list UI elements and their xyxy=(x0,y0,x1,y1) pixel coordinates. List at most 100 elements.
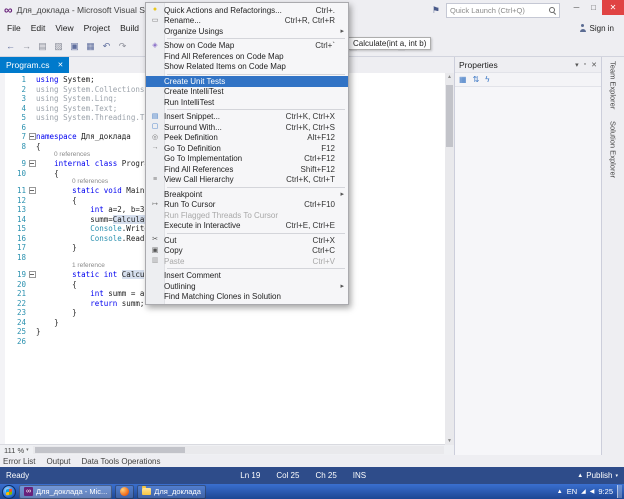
code-text[interactable]: using System.Linq; xyxy=(36,94,117,104)
quick-launch-input[interactable] xyxy=(447,6,548,15)
tab-team-explorer[interactable]: Team Explorer xyxy=(609,61,618,109)
code-text[interactable]: namespace Для_доклада xyxy=(36,132,131,142)
code-text[interactable]: } xyxy=(36,308,77,318)
tab-output[interactable]: Output xyxy=(46,457,70,466)
code-text[interactable]: Console.Write xyxy=(36,224,149,234)
vertical-scrollbar[interactable] xyxy=(445,73,454,445)
language-indicator[interactable]: EN xyxy=(567,487,577,496)
close-panel-icon[interactable]: ✕ xyxy=(591,61,597,69)
start-button[interactable] xyxy=(2,485,16,499)
menu-item-go-to-implementation[interactable]: Go To ImplementationCtrl+F12 xyxy=(146,154,348,165)
menu-file[interactable]: File xyxy=(2,21,26,35)
menu-item-rename[interactable]: ▭Rename...Ctrl+R, Ctrl+R xyxy=(146,16,348,27)
menu-item-breakpoint[interactable]: Breakpoint▸ xyxy=(146,189,348,200)
code-text[interactable]: using System; xyxy=(36,75,95,85)
menu-item-create-unit-tests[interactable]: Create Unit Tests xyxy=(146,76,348,87)
show-desktop-button[interactable] xyxy=(617,485,622,498)
code-text[interactable]: using System.Threading.T xyxy=(36,113,144,123)
menu-item-insert-snippet[interactable]: ▤Insert Snippet...Ctrl+K, Ctrl+X xyxy=(146,112,348,123)
clock[interactable]: 9:25 xyxy=(598,487,613,496)
menu-item-run-flagged-threads-to-cursor[interactable]: Run Flagged Threads To Cursor xyxy=(146,210,348,221)
collapse-icon[interactable] xyxy=(29,187,36,194)
menu-item-view-call-hierarchy[interactable]: ≡View Call HierarchyCtrl+K, Ctrl+T xyxy=(146,175,348,186)
redo-icon[interactable]: ↷ xyxy=(116,41,129,52)
code-text[interactable]: { xyxy=(36,280,77,290)
code-text[interactable]: using System.Text; xyxy=(36,104,117,114)
new-file-icon[interactable]: ▤ xyxy=(36,41,49,52)
tab-error-list[interactable]: Error List xyxy=(3,457,35,466)
menu-item-find-matching-clones-in-solution[interactable]: Find Matching Clones in Solution xyxy=(146,292,348,303)
codelens-link[interactable]: 0 references xyxy=(36,151,90,159)
taskbar-button-browser[interactable] xyxy=(115,485,134,499)
menu-item-find-all-references[interactable]: Find All ReferencesShift+F12 xyxy=(146,164,348,175)
alphabetical-icon[interactable]: ⇅ xyxy=(473,75,480,84)
pin-icon[interactable]: ▫ xyxy=(584,61,586,69)
codelens-link[interactable]: 1 reference xyxy=(36,262,105,270)
code-text[interactable]: int summ = a xyxy=(36,289,144,299)
tab-solution-explorer[interactable]: Solution Explorer xyxy=(609,121,618,178)
menu-item-paste[interactable]: ▥PasteCtrl+V xyxy=(146,256,348,267)
collapse-icon[interactable] xyxy=(29,271,36,278)
menu-item-cut[interactable]: ✂CutCtrl+X xyxy=(146,235,348,246)
tab-close-icon[interactable]: ✕ xyxy=(57,61,63,69)
code-text[interactable]: { xyxy=(36,196,77,206)
code-text[interactable]: internal class Progra xyxy=(36,159,149,169)
menu-item-show-related-items-on-code-map[interactable]: Show Related Items on Code Map xyxy=(146,62,348,73)
menu-item-insert-comment[interactable]: Insert Comment xyxy=(146,271,348,282)
code-text[interactable]: { xyxy=(36,142,41,152)
code-text[interactable]: Console.Read xyxy=(36,234,144,244)
forward-icon[interactable]: → xyxy=(20,41,33,51)
hidden-icons-arrow[interactable]: ▲ xyxy=(557,489,563,495)
tab-data-tools-operations[interactable]: Data Tools Operations xyxy=(81,457,160,466)
menu-item-go-to-definition[interactable]: →Go To DefinitionF12 xyxy=(146,143,348,154)
code-text[interactable]: } xyxy=(36,327,41,337)
open-file-icon[interactable]: ▨ xyxy=(52,41,65,52)
menu-item-copy[interactable]: ▣CopyCtrl+C xyxy=(146,246,348,257)
collapse-icon[interactable] xyxy=(29,160,36,167)
codelens-link[interactable]: 0 references xyxy=(36,178,108,186)
close-button[interactable]: ✕ xyxy=(602,0,624,15)
maximize-button[interactable]: □ xyxy=(585,0,602,15)
code-text[interactable]: return summ; xyxy=(36,299,144,309)
code-text[interactable]: static void Main( xyxy=(36,186,149,196)
save-icon[interactable]: ▣ xyxy=(68,41,81,52)
taskbar-button-visual-studio[interactable]: ∞ Для_доклада - Mic... xyxy=(19,485,112,499)
code-text[interactable]: summ=Calculat xyxy=(36,215,149,225)
events-icon[interactable]: ϟ xyxy=(485,75,489,84)
menu-item-quick-actions-and-refactorings[interactable]: ●Quick Actions and Refactorings...Ctrl+. xyxy=(146,5,348,16)
menu-item-execute-in-interactive[interactable]: Execute in InteractiveCtrl+E, Ctrl+E xyxy=(146,221,348,232)
quick-launch-box[interactable] xyxy=(446,3,560,18)
zoom-control[interactable]: 111 % ▾ xyxy=(0,446,33,455)
window-menu-icon[interactable]: ▾ xyxy=(575,61,579,69)
horizontal-scrollbar-thumb[interactable] xyxy=(35,447,185,453)
horizontal-scrollbar[interactable] xyxy=(33,446,444,454)
minimize-button[interactable]: ─ xyxy=(568,0,585,15)
menu-item-surround-with[interactable]: ▢Surround With...Ctrl+K, Ctrl+S xyxy=(146,122,348,133)
back-icon[interactable]: ← xyxy=(4,41,17,51)
publish-button[interactable]: ▲ Publish ▾ xyxy=(577,471,618,480)
vertical-scrollbar-thumb[interactable] xyxy=(446,85,453,147)
menu-edit[interactable]: Edit xyxy=(26,21,51,35)
code-text[interactable]: } xyxy=(36,243,77,253)
sign-in-button[interactable]: Sign in xyxy=(579,24,614,33)
menu-item-run-to-cursor[interactable]: ↦Run To CursorCtrl+F10 xyxy=(146,200,348,211)
collapse-icon[interactable] xyxy=(29,133,36,140)
menu-item-outlining[interactable]: Outlining▸ xyxy=(146,281,348,292)
code-text[interactable]: using System.Collections xyxy=(36,85,144,95)
menu-build[interactable]: Build xyxy=(115,21,144,35)
menu-item-run-intellitest[interactable]: Run IntelliTest xyxy=(146,97,348,108)
network-icon[interactable]: ◢ xyxy=(581,488,586,495)
menu-project[interactable]: Project xyxy=(79,21,115,35)
menu-item-show-on-code-map[interactable]: ◈Show on Code MapCtrl+` xyxy=(146,41,348,52)
menu-item-peek-definition[interactable]: ◎Peek DefinitionAlt+F12 xyxy=(146,133,348,144)
code-text[interactable]: } xyxy=(36,318,59,328)
feedback-flag-icon[interactable]: ⚑ xyxy=(432,5,440,16)
menu-item-organize-usings[interactable]: Organize Usings▸ xyxy=(146,26,348,37)
tab-program-cs[interactable]: Program.cs ✕ xyxy=(0,57,69,73)
code-text[interactable]: static int Calcu xyxy=(36,270,144,280)
menu-item-find-all-references-on-code-map[interactable]: Find All References on Code Map xyxy=(146,51,348,62)
volume-icon[interactable]: ◀ xyxy=(590,488,595,495)
undo-icon[interactable]: ↶ xyxy=(100,41,113,52)
code-text[interactable]: { xyxy=(36,169,59,179)
menu-item-create-intellitest[interactable]: Create IntelliTest xyxy=(146,87,348,98)
